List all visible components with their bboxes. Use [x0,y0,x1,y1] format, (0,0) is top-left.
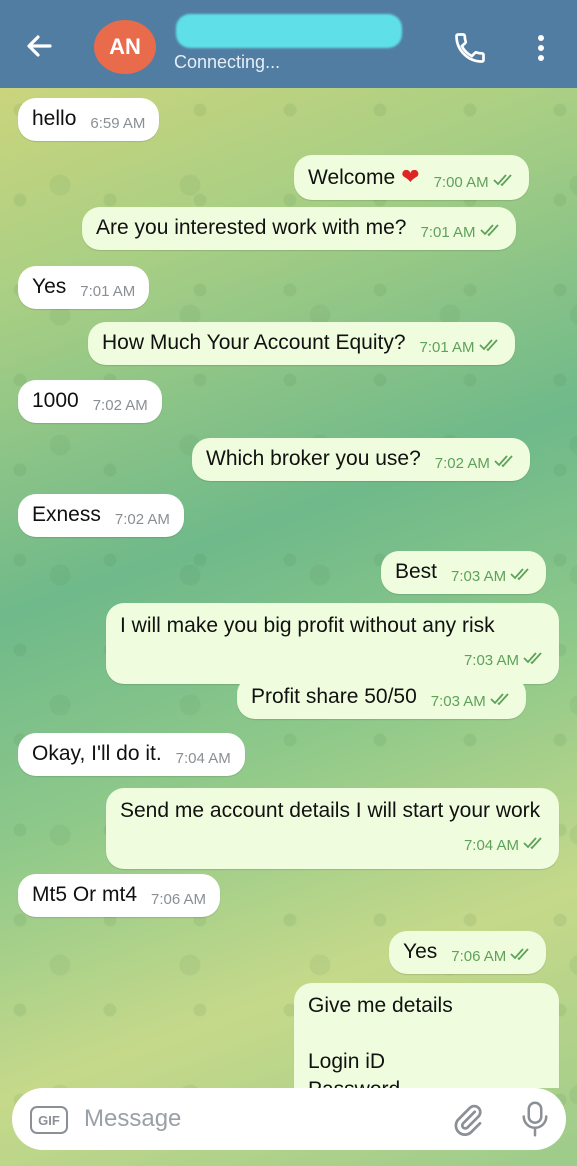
message-list[interactable]: hello 6:59 AM Welcome ❤ 7:00 AM Are you int… [0,88,577,1088]
message-time: 7:03 AM [451,568,507,585]
message-text: Are you interested work with me? [96,216,407,239]
back-button[interactable] [20,28,60,64]
message-text: Give me details [308,994,453,1017]
message-time: 6:59 AM [90,115,146,132]
message-text: Password [308,1076,545,1088]
message-bubble-outgoing[interactable]: Yes 7:06 AM [389,931,547,974]
message-bubble-outgoing[interactable]: Are you interested work with me? 7:01 AM [82,207,516,250]
message-text: Okay, I'll do it. [32,742,162,765]
message-text: Which broker you use? [206,447,421,470]
message-bubble-outgoing[interactable]: Best 7:03 AM [381,551,547,594]
message-text: Yes [32,275,67,298]
message-time: 7:06 AM [451,948,507,965]
double-check-icon [479,224,499,237]
message-text: Profit share 50/50 [251,685,417,708]
message-text: Mt5 Or mt4 [32,883,138,906]
message-time: 7:06 AM [151,891,207,908]
message-time: 7:01 AM [419,339,475,356]
connection-status: Connecting... [174,52,281,72]
call-button[interactable] [452,30,488,66]
message-time: 7:03 AM [463,652,519,669]
message-bubble-incoming[interactable]: hello 6:59 AM [18,98,160,141]
message-text: hello [32,107,77,130]
double-check-icon [523,652,542,665]
message-bubble-outgoing[interactable]: Profit share 50/50 7:03 AM [237,676,526,719]
message-time: 7:04 AM [175,750,231,767]
message-bubble-incoming[interactable]: Yes 7:01 AM [18,266,150,309]
message-text: 1000 [32,389,79,412]
message-time: 7:03 AM [430,693,486,710]
message-text: I will make you big profit without any r… [120,614,495,637]
message-text: Exness [32,503,101,526]
message-bubble-outgoing[interactable]: Which broker you use? 7:02 AM [192,438,530,481]
voice-record-button[interactable] [520,1100,550,1138]
message-bubble-outgoing[interactable]: Welcome ❤ 7:00 AM [294,155,529,200]
message-text: Send me account details I will start you… [120,799,541,822]
message-bubble-incoming[interactable]: Okay, I'll do it. 7:04 AM [18,733,245,776]
message-bubble-incoming[interactable]: 1000 7:02 AM [18,380,162,423]
message-text: Yes [403,940,438,963]
attach-button[interactable] [450,1102,486,1138]
gif-icon: GIF [38,1112,60,1128]
double-check-icon [510,948,529,961]
contact-name-redacted[interactable] [176,14,402,48]
message-text: Best [395,560,438,583]
message-time: 7:01 AM [420,224,476,241]
phone-icon [455,33,485,63]
avatar[interactable]: AN [94,20,156,74]
message-input[interactable] [82,1096,446,1142]
more-options-button[interactable] [528,30,554,66]
message-time: 7:04 AM [463,837,519,854]
message-time: 7:00 AM [433,174,489,191]
message-bubble-outgoing[interactable]: Give me details Login iD Password [294,983,559,1088]
heart-emoji: ❤ [401,164,420,189]
chat-header: AN Connecting... [0,0,577,88]
message-time: 7:02 AM [434,455,490,472]
double-check-icon [478,339,498,352]
message-time: 7:02 AM [92,397,148,414]
more-vert-icon [538,35,544,61]
message-bubble-outgoing[interactable]: I will make you big profit without any r… [106,603,559,684]
message-text: Welcome [308,166,396,189]
message-time: 7:02 AM [114,511,170,528]
double-check-icon [494,455,513,468]
back-arrow-icon [27,35,52,57]
message-bubble-incoming[interactable]: Exness 7:02 AM [18,494,184,537]
microphone-icon [522,1101,548,1137]
message-bubble-incoming[interactable]: Mt5 Or mt4 7:06 AM [18,874,221,917]
paperclip-icon [454,1104,482,1136]
message-text: How Much Your Account Equity? [102,331,406,354]
double-check-icon [510,568,529,581]
message-text: Login iD [308,1050,386,1073]
gif-button[interactable]: GIF [30,1106,68,1134]
double-check-icon [490,693,509,706]
message-composer: GIF [12,1088,566,1150]
message-bubble-outgoing[interactable]: Send me account details I will start you… [106,788,559,869]
double-check-icon [492,174,512,187]
message-time: 7:01 AM [80,283,136,300]
double-check-icon [523,837,542,850]
message-bubble-outgoing[interactable]: How Much Your Account Equity? 7:01 AM [88,322,515,365]
